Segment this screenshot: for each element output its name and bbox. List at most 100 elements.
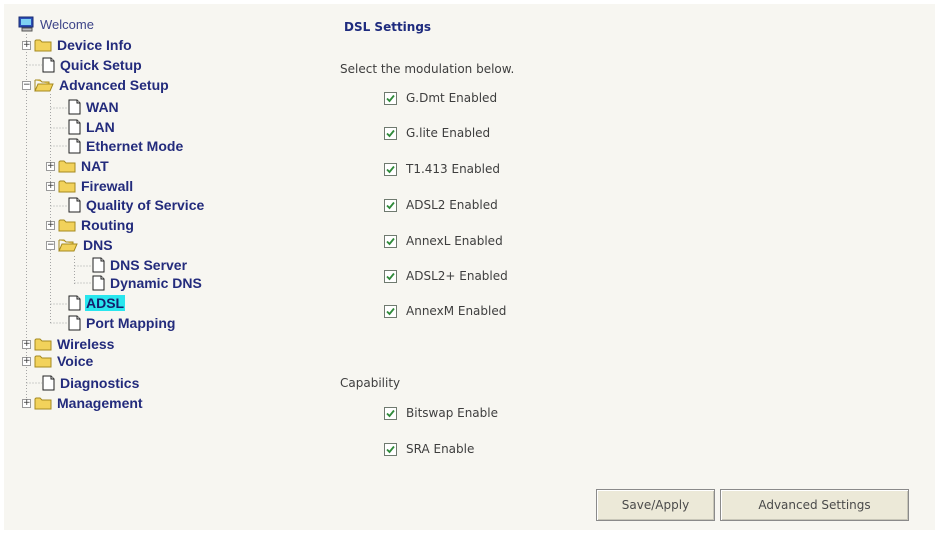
page-title: DSL Settings <box>344 20 432 34</box>
minus-box-icon[interactable]: − <box>46 240 55 250</box>
tree-item-diagnostics[interactable]: Diagnostics <box>42 374 140 392</box>
checkbox-box[interactable] <box>384 269 397 283</box>
tree-item-welcome[interactable]: Welcome <box>18 15 95 33</box>
tree-item-firewall[interactable]: + Firewall <box>46 177 134 195</box>
checkbox-box[interactable] <box>384 126 397 140</box>
checkbox-box[interactable] <box>384 198 397 212</box>
tree-label-welcome: Welcome <box>40 16 94 32</box>
checkbox-box[interactable] <box>384 162 397 176</box>
tree-item-dns[interactable]: − DNS <box>46 236 114 254</box>
page-icon <box>68 197 81 213</box>
checkbox-adsl2-plus[interactable]: ADSL2+ Enabled <box>384 269 508 283</box>
tree-label-quick-setup: Quick Setup <box>60 57 142 73</box>
tree-item-device-info[interactable]: + Device Info <box>22 36 133 54</box>
checkmark-icon <box>386 445 395 453</box>
open-folder-icon <box>58 239 78 252</box>
tree-label-adsl: ADSL <box>85 295 126 311</box>
tree-label-wireless: Wireless <box>57 336 115 352</box>
page-icon <box>68 295 81 311</box>
checkbox-sra[interactable]: SRA Enable <box>384 442 474 456</box>
tree-item-wan[interactable]: WAN <box>68 98 120 116</box>
checkmark-icon <box>386 201 395 209</box>
tree-item-adsl[interactable]: ADSL <box>68 294 126 312</box>
tree-label-voice: Voice <box>57 353 94 369</box>
plus-box-icon[interactable]: + <box>46 220 55 230</box>
checkbox-glite[interactable]: G.lite Enabled <box>384 126 490 140</box>
save-apply-button[interactable]: Save/Apply <box>596 489 715 521</box>
tree-item-quality-of-service[interactable]: Quality of Service <box>68 196 205 214</box>
checkmark-icon <box>386 129 395 137</box>
tree-item-lan[interactable]: LAN <box>68 118 116 136</box>
page-icon <box>68 315 81 331</box>
open-folder-icon <box>34 79 54 92</box>
tree-item-port-mapping[interactable]: Port Mapping <box>68 314 176 332</box>
navigation-tree: Welcome + Device Info Quick Setup − Adva… <box>18 14 318 434</box>
folder-icon <box>58 160 76 173</box>
plus-box-icon[interactable]: + <box>22 339 31 349</box>
tree-label-firewall: Firewall <box>81 178 134 194</box>
folder-icon <box>58 180 76 193</box>
page-icon <box>92 257 105 273</box>
checkbox-annexm[interactable]: AnnexM Enabled <box>384 304 506 318</box>
modulation-prompt: Select the modulation below. <box>340 62 515 76</box>
checkbox-adsl2[interactable]: ADSL2 Enabled <box>384 198 498 212</box>
tree-label-diagnostics: Diagnostics <box>60 375 140 391</box>
page-icon <box>92 275 105 291</box>
folder-icon <box>34 355 52 368</box>
tree-label-dynamic-dns: Dynamic DNS <box>110 275 202 291</box>
tree-item-nat[interactable]: + NAT <box>46 157 110 175</box>
checkmark-icon <box>386 165 395 173</box>
tree-label-dns-server: DNS Server <box>110 257 188 273</box>
tree-item-quick-setup[interactable]: Quick Setup <box>42 56 143 74</box>
checkbox-box[interactable] <box>384 442 397 456</box>
tree-item-dns-server[interactable]: DNS Server <box>92 256 188 274</box>
checkbox-label: T1.413 Enabled <box>406 162 500 176</box>
tree-label-quality-of-service: Quality of Service <box>86 197 205 213</box>
checkmark-icon <box>386 94 395 102</box>
tree-label-nat: NAT <box>81 158 109 174</box>
tree-item-dynamic-dns[interactable]: Dynamic DNS <box>92 274 203 292</box>
plus-box-icon[interactable]: + <box>22 398 31 408</box>
checkmark-icon <box>386 272 395 280</box>
plus-box-icon[interactable]: + <box>22 40 31 50</box>
tree-label-dns: DNS <box>83 237 113 253</box>
advanced-settings-button[interactable]: Advanced Settings <box>720 489 909 521</box>
tree-label-ethernet-mode: Ethernet Mode <box>86 138 184 154</box>
tree-item-advanced-setup[interactable]: − Advanced Setup <box>22 76 170 94</box>
tree-item-voice[interactable]: + Voice <box>22 352 94 370</box>
checkbox-box[interactable] <box>384 406 397 420</box>
checkbox-label: G.lite Enabled <box>406 126 491 140</box>
page-icon <box>68 99 81 115</box>
tree-item-ethernet-mode[interactable]: Ethernet Mode <box>68 137 184 155</box>
checkbox-box[interactable] <box>384 91 397 105</box>
computer-icon <box>18 16 34 32</box>
folder-icon <box>34 39 52 52</box>
plus-box-icon[interactable]: + <box>46 161 55 171</box>
checkbox-box[interactable] <box>384 234 397 248</box>
checkmark-icon <box>386 237 395 245</box>
checkbox-bitswap[interactable]: Bitswap Enable <box>384 406 498 420</box>
checkbox-label: G.Dmt Enabled <box>406 91 498 105</box>
checkmark-icon <box>386 409 395 417</box>
tree-item-management[interactable]: + Management <box>22 394 144 412</box>
tree-item-wireless[interactable]: + Wireless <box>22 335 115 353</box>
tree-label-lan: LAN <box>86 119 115 135</box>
checkbox-gdmt[interactable]: G.Dmt Enabled <box>384 91 497 105</box>
tree-label-routing: Routing <box>81 217 134 233</box>
folder-icon <box>34 338 52 351</box>
page-frame: Welcome + Device Info Quick Setup − Adva… <box>4 4 935 530</box>
checkbox-label: AnnexL Enabled <box>406 234 503 248</box>
tree-item-routing[interactable]: + Routing <box>46 216 135 234</box>
checkbox-box[interactable] <box>384 304 397 318</box>
checkbox-annexl[interactable]: AnnexL Enabled <box>384 234 503 248</box>
tree-label-device-info: Device Info <box>57 37 132 53</box>
checkbox-label: Bitswap Enable <box>406 406 498 420</box>
plus-box-icon[interactable]: + <box>46 181 55 191</box>
folder-icon <box>34 397 52 410</box>
plus-box-icon[interactable]: + <box>22 356 31 366</box>
checkmark-icon <box>386 307 395 315</box>
minus-box-icon[interactable]: − <box>22 80 31 90</box>
capability-heading: Capability <box>340 376 401 390</box>
checkbox-t1413[interactable]: T1.413 Enabled <box>384 162 500 176</box>
page-icon <box>42 375 55 391</box>
